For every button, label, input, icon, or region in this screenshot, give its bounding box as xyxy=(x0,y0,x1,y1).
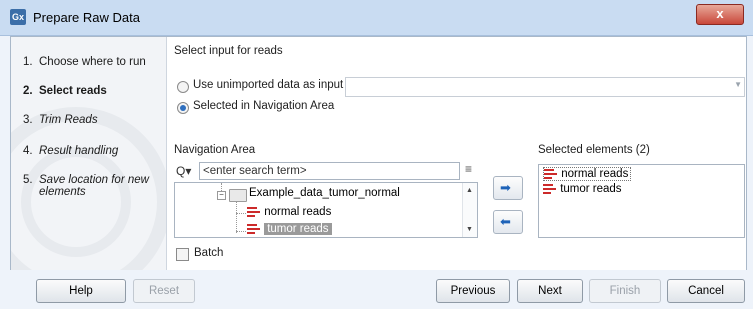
next-button[interactable]: Next xyxy=(517,279,583,303)
tree-connector xyxy=(236,201,237,233)
dialog-content: 1. Choose where to run 2. Select reads 3. T… xyxy=(10,36,747,271)
finish-button[interactable]: Finish xyxy=(589,279,661,303)
add-selected-button[interactable]: ➡ xyxy=(493,176,523,200)
batch-label: Batch xyxy=(194,247,224,259)
tree-item-normal-reads[interactable]: normal reads xyxy=(247,206,331,218)
step-save-location: 5. Save location for new elements xyxy=(23,174,149,198)
scroll-up-icon[interactable]: ▲ xyxy=(466,187,473,194)
watermark-graphic-inner xyxy=(21,147,131,257)
step-select-reads: 2. Select reads xyxy=(23,85,107,97)
radio-unimported[interactable] xyxy=(177,81,189,93)
sequence-list-icon xyxy=(247,206,261,217)
search-input[interactable]: <enter search term> xyxy=(199,162,460,180)
previous-button[interactable]: Previous xyxy=(436,279,510,303)
selected-item-normal-reads[interactable]: normal reads xyxy=(543,167,632,181)
remove-selected-button[interactable]: ⬅ xyxy=(493,210,523,234)
tree-connector xyxy=(236,213,246,214)
radio-navigation-area[interactable] xyxy=(177,102,189,114)
scroll-down-icon[interactable]: ▼ xyxy=(466,226,473,233)
selected-elements-list[interactable]: normal reads tumor reads xyxy=(538,164,745,238)
navigation-tree[interactable]: − Example_data_tumor_normal normal reads… xyxy=(174,182,478,238)
section-title: Select input for reads xyxy=(174,45,283,57)
dialog-footer: Help Reset Previous Next Finish Cancel xyxy=(0,270,753,309)
reset-button[interactable]: Reset xyxy=(133,279,195,303)
tree-folder-label[interactable]: Example_data_tumor_normal xyxy=(249,187,400,199)
selected-item-tumor-reads[interactable]: tumor reads xyxy=(543,183,622,195)
dialog-window: Gx Prepare Raw Data x 1. Choose where to … xyxy=(0,0,753,309)
folder-icon xyxy=(229,189,247,202)
tree-item-tumor-reads[interactable]: tumor reads xyxy=(247,223,332,235)
arrow-right-icon: ➡ xyxy=(500,180,511,195)
close-button[interactable]: x xyxy=(696,4,744,25)
select-reads-panel: Select input for reads Use unimported da… xyxy=(168,37,746,270)
sequence-list-icon xyxy=(543,183,557,194)
radio-navigation-area-label: Selected in Navigation Area xyxy=(193,100,335,112)
tree-scrollbar[interactable]: ▲ ▼ xyxy=(462,183,477,237)
window-title: Prepare Raw Data xyxy=(33,10,140,25)
search-icon[interactable]: Q▾ xyxy=(176,164,191,178)
navigation-area-label: Navigation Area xyxy=(174,144,256,156)
wizard-steps-panel: 1. Choose where to run 2. Select reads 3. T… xyxy=(11,37,167,270)
step-result-handling: 4. Result handling xyxy=(23,145,119,157)
sequence-list-icon xyxy=(544,168,558,179)
filter-icon[interactable]: ≡ xyxy=(465,162,472,176)
step-choose-where-to-run: 1. Choose where to run xyxy=(23,56,146,68)
batch-checkbox[interactable] xyxy=(176,248,189,261)
step-trim-reads: 3. Trim Reads xyxy=(23,114,98,126)
sequence-list-icon xyxy=(247,223,261,234)
selected-elements-label: Selected elements (2) xyxy=(538,144,650,156)
tree-connector xyxy=(236,231,246,232)
help-button[interactable]: Help xyxy=(36,279,126,303)
unimported-data-combo[interactable]: ▼ xyxy=(345,77,745,97)
app-icon: Gx xyxy=(10,9,26,25)
title-bar: Gx Prepare Raw Data x xyxy=(0,0,753,36)
chevron-down-icon: ▼ xyxy=(734,80,742,89)
arrow-left-icon: ⬅ xyxy=(500,214,511,229)
cancel-button[interactable]: Cancel xyxy=(667,279,745,303)
radio-unimported-label: Use unimported data as input xyxy=(193,79,344,91)
collapse-toggle[interactable]: − xyxy=(217,191,226,200)
